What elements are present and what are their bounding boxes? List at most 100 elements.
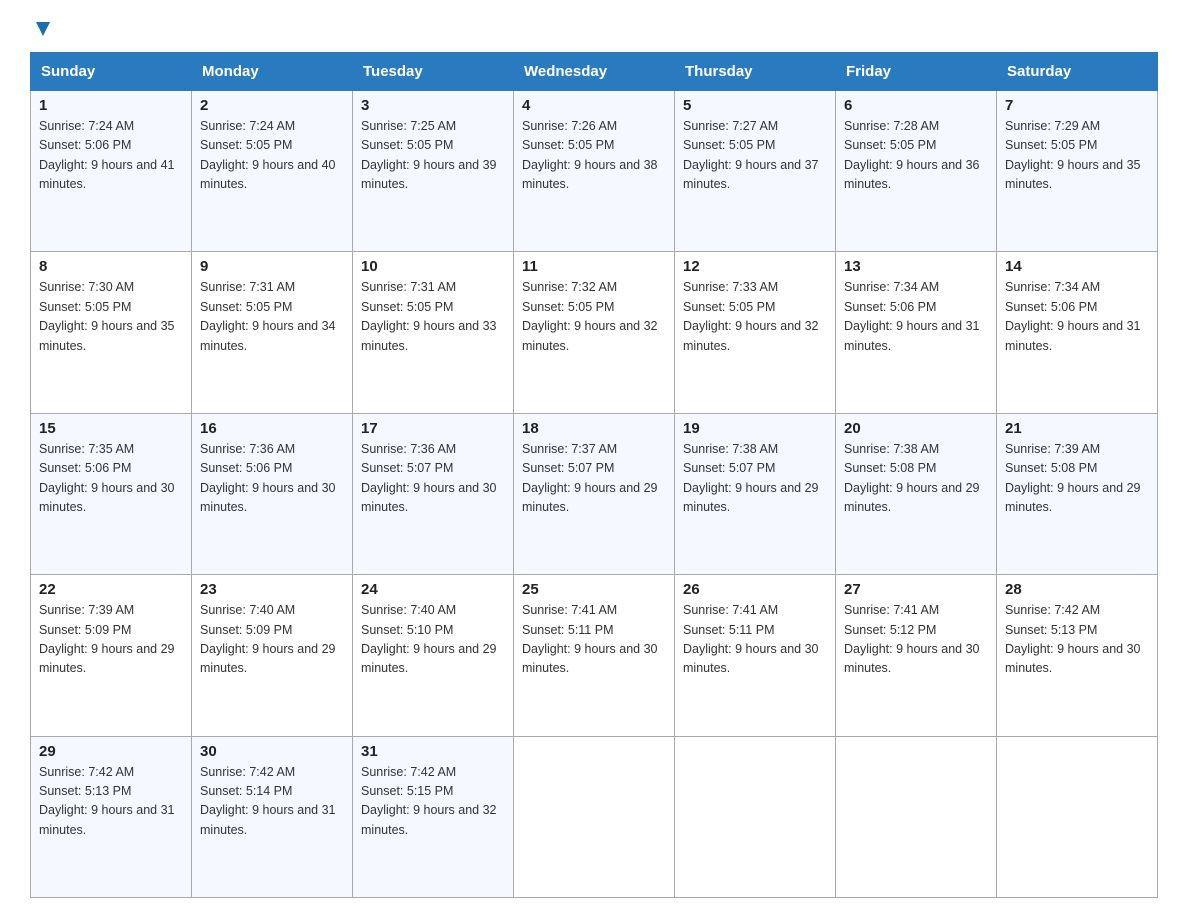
- day-cell: 7 Sunrise: 7:29 AM Sunset: 5:05 PM Dayli…: [997, 91, 1158, 252]
- header: [30, 20, 1158, 36]
- daylight-label: Daylight: 9 hours and 39 minutes.: [361, 158, 497, 191]
- day-info: Sunrise: 7:40 AM Sunset: 5:10 PM Dayligh…: [361, 601, 505, 679]
- daylight-label: Daylight: 9 hours and 40 minutes.: [200, 158, 336, 191]
- day-info: Sunrise: 7:36 AM Sunset: 5:07 PM Dayligh…: [361, 440, 505, 518]
- sunrise-label: Sunrise: 7:27 AM: [683, 119, 778, 133]
- week-row-5: 29 Sunrise: 7:42 AM Sunset: 5:13 PM Dayl…: [31, 736, 1158, 897]
- sunset-label: Sunset: 5:15 PM: [361, 784, 453, 798]
- day-number: 11: [522, 258, 666, 275]
- day-cell: [514, 736, 675, 897]
- day-cell: 6 Sunrise: 7:28 AM Sunset: 5:05 PM Dayli…: [836, 91, 997, 252]
- day-cell: [675, 736, 836, 897]
- sunset-label: Sunset: 5:05 PM: [361, 138, 453, 152]
- sunset-label: Sunset: 5:05 PM: [844, 138, 936, 152]
- day-number: 4: [522, 97, 666, 114]
- day-info: Sunrise: 7:41 AM Sunset: 5:11 PM Dayligh…: [522, 601, 666, 679]
- day-cell: 23 Sunrise: 7:40 AM Sunset: 5:09 PM Dayl…: [192, 575, 353, 736]
- daylight-label: Daylight: 9 hours and 32 minutes.: [361, 803, 497, 836]
- header-cell-tuesday: Tuesday: [353, 53, 514, 91]
- day-cell: 21 Sunrise: 7:39 AM Sunset: 5:08 PM Dayl…: [997, 413, 1158, 574]
- header-cell-saturday: Saturday: [997, 53, 1158, 91]
- day-info: Sunrise: 7:42 AM Sunset: 5:13 PM Dayligh…: [1005, 601, 1149, 679]
- sunset-label: Sunset: 5:08 PM: [844, 461, 936, 475]
- day-info: Sunrise: 7:31 AM Sunset: 5:05 PM Dayligh…: [361, 278, 505, 356]
- day-cell: 20 Sunrise: 7:38 AM Sunset: 5:08 PM Dayl…: [836, 413, 997, 574]
- sunset-label: Sunset: 5:05 PM: [200, 300, 292, 314]
- header-cell-thursday: Thursday: [675, 53, 836, 91]
- day-info: Sunrise: 7:30 AM Sunset: 5:05 PM Dayligh…: [39, 278, 183, 356]
- sunrise-label: Sunrise: 7:41 AM: [683, 603, 778, 617]
- daylight-label: Daylight: 9 hours and 33 minutes.: [361, 319, 497, 352]
- header-cell-wednesday: Wednesday: [514, 53, 675, 91]
- day-cell: 26 Sunrise: 7:41 AM Sunset: 5:11 PM Dayl…: [675, 575, 836, 736]
- sunrise-label: Sunrise: 7:24 AM: [200, 119, 295, 133]
- sunset-label: Sunset: 5:07 PM: [361, 461, 453, 475]
- sunrise-label: Sunrise: 7:36 AM: [200, 442, 295, 456]
- day-number: 8: [39, 258, 183, 275]
- header-row: SundayMondayTuesdayWednesdayThursdayFrid…: [31, 53, 1158, 91]
- day-number: 19: [683, 420, 827, 437]
- daylight-label: Daylight: 9 hours and 31 minutes.: [1005, 319, 1141, 352]
- sunrise-label: Sunrise: 7:34 AM: [1005, 280, 1100, 294]
- sunrise-label: Sunrise: 7:40 AM: [200, 603, 295, 617]
- day-number: 7: [1005, 97, 1149, 114]
- day-cell: 29 Sunrise: 7:42 AM Sunset: 5:13 PM Dayl…: [31, 736, 192, 897]
- day-info: Sunrise: 7:41 AM Sunset: 5:12 PM Dayligh…: [844, 601, 988, 679]
- daylight-label: Daylight: 9 hours and 30 minutes.: [39, 481, 175, 514]
- daylight-label: Daylight: 9 hours and 35 minutes.: [39, 319, 175, 352]
- day-info: Sunrise: 7:37 AM Sunset: 5:07 PM Dayligh…: [522, 440, 666, 518]
- day-info: Sunrise: 7:33 AM Sunset: 5:05 PM Dayligh…: [683, 278, 827, 356]
- sunrise-label: Sunrise: 7:28 AM: [844, 119, 939, 133]
- daylight-label: Daylight: 9 hours and 31 minutes.: [39, 803, 175, 836]
- day-cell: 25 Sunrise: 7:41 AM Sunset: 5:11 PM Dayl…: [514, 575, 675, 736]
- day-cell: 18 Sunrise: 7:37 AM Sunset: 5:07 PM Dayl…: [514, 413, 675, 574]
- day-cell: [836, 736, 997, 897]
- day-number: 20: [844, 420, 988, 437]
- daylight-label: Daylight: 9 hours and 30 minutes.: [1005, 642, 1141, 675]
- sunrise-label: Sunrise: 7:38 AM: [844, 442, 939, 456]
- day-info: Sunrise: 7:27 AM Sunset: 5:05 PM Dayligh…: [683, 117, 827, 195]
- day-cell: 15 Sunrise: 7:35 AM Sunset: 5:06 PM Dayl…: [31, 413, 192, 574]
- sunset-label: Sunset: 5:09 PM: [200, 623, 292, 637]
- day-cell: 24 Sunrise: 7:40 AM Sunset: 5:10 PM Dayl…: [353, 575, 514, 736]
- week-row-1: 1 Sunrise: 7:24 AM Sunset: 5:06 PM Dayli…: [31, 91, 1158, 252]
- daylight-label: Daylight: 9 hours and 36 minutes.: [844, 158, 980, 191]
- daylight-label: Daylight: 9 hours and 29 minutes.: [683, 481, 819, 514]
- day-number: 21: [1005, 420, 1149, 437]
- sunset-label: Sunset: 5:05 PM: [522, 300, 614, 314]
- day-number: 1: [39, 97, 183, 114]
- day-info: Sunrise: 7:35 AM Sunset: 5:06 PM Dayligh…: [39, 440, 183, 518]
- day-info: Sunrise: 7:38 AM Sunset: 5:08 PM Dayligh…: [844, 440, 988, 518]
- sunrise-label: Sunrise: 7:38 AM: [683, 442, 778, 456]
- day-cell: 3 Sunrise: 7:25 AM Sunset: 5:05 PM Dayli…: [353, 91, 514, 252]
- sunrise-label: Sunrise: 7:25 AM: [361, 119, 456, 133]
- sunrise-label: Sunrise: 7:31 AM: [361, 280, 456, 294]
- day-cell: 14 Sunrise: 7:34 AM Sunset: 5:06 PM Dayl…: [997, 252, 1158, 413]
- sunrise-label: Sunrise: 7:39 AM: [39, 603, 134, 617]
- sunset-label: Sunset: 5:05 PM: [683, 300, 775, 314]
- logo: [30, 20, 54, 36]
- day-cell: 22 Sunrise: 7:39 AM Sunset: 5:09 PM Dayl…: [31, 575, 192, 736]
- day-info: Sunrise: 7:39 AM Sunset: 5:08 PM Dayligh…: [1005, 440, 1149, 518]
- day-number: 3: [361, 97, 505, 114]
- sunset-label: Sunset: 5:09 PM: [39, 623, 131, 637]
- day-number: 15: [39, 420, 183, 437]
- daylight-label: Daylight: 9 hours and 34 minutes.: [200, 319, 336, 352]
- sunrise-label: Sunrise: 7:42 AM: [361, 765, 456, 779]
- day-cell: 28 Sunrise: 7:42 AM Sunset: 5:13 PM Dayl…: [997, 575, 1158, 736]
- sunset-label: Sunset: 5:05 PM: [1005, 138, 1097, 152]
- day-cell: [997, 736, 1158, 897]
- sunset-label: Sunset: 5:14 PM: [200, 784, 292, 798]
- day-cell: 17 Sunrise: 7:36 AM Sunset: 5:07 PM Dayl…: [353, 413, 514, 574]
- day-info: Sunrise: 7:41 AM Sunset: 5:11 PM Dayligh…: [683, 601, 827, 679]
- daylight-label: Daylight: 9 hours and 29 minutes.: [39, 642, 175, 675]
- sunset-label: Sunset: 5:05 PM: [39, 300, 131, 314]
- day-info: Sunrise: 7:34 AM Sunset: 5:06 PM Dayligh…: [1005, 278, 1149, 356]
- day-info: Sunrise: 7:32 AM Sunset: 5:05 PM Dayligh…: [522, 278, 666, 356]
- day-number: 5: [683, 97, 827, 114]
- sunset-label: Sunset: 5:05 PM: [361, 300, 453, 314]
- day-cell: 2 Sunrise: 7:24 AM Sunset: 5:05 PM Dayli…: [192, 91, 353, 252]
- daylight-label: Daylight: 9 hours and 31 minutes.: [844, 319, 980, 352]
- day-info: Sunrise: 7:24 AM Sunset: 5:05 PM Dayligh…: [200, 117, 344, 195]
- daylight-label: Daylight: 9 hours and 32 minutes.: [683, 319, 819, 352]
